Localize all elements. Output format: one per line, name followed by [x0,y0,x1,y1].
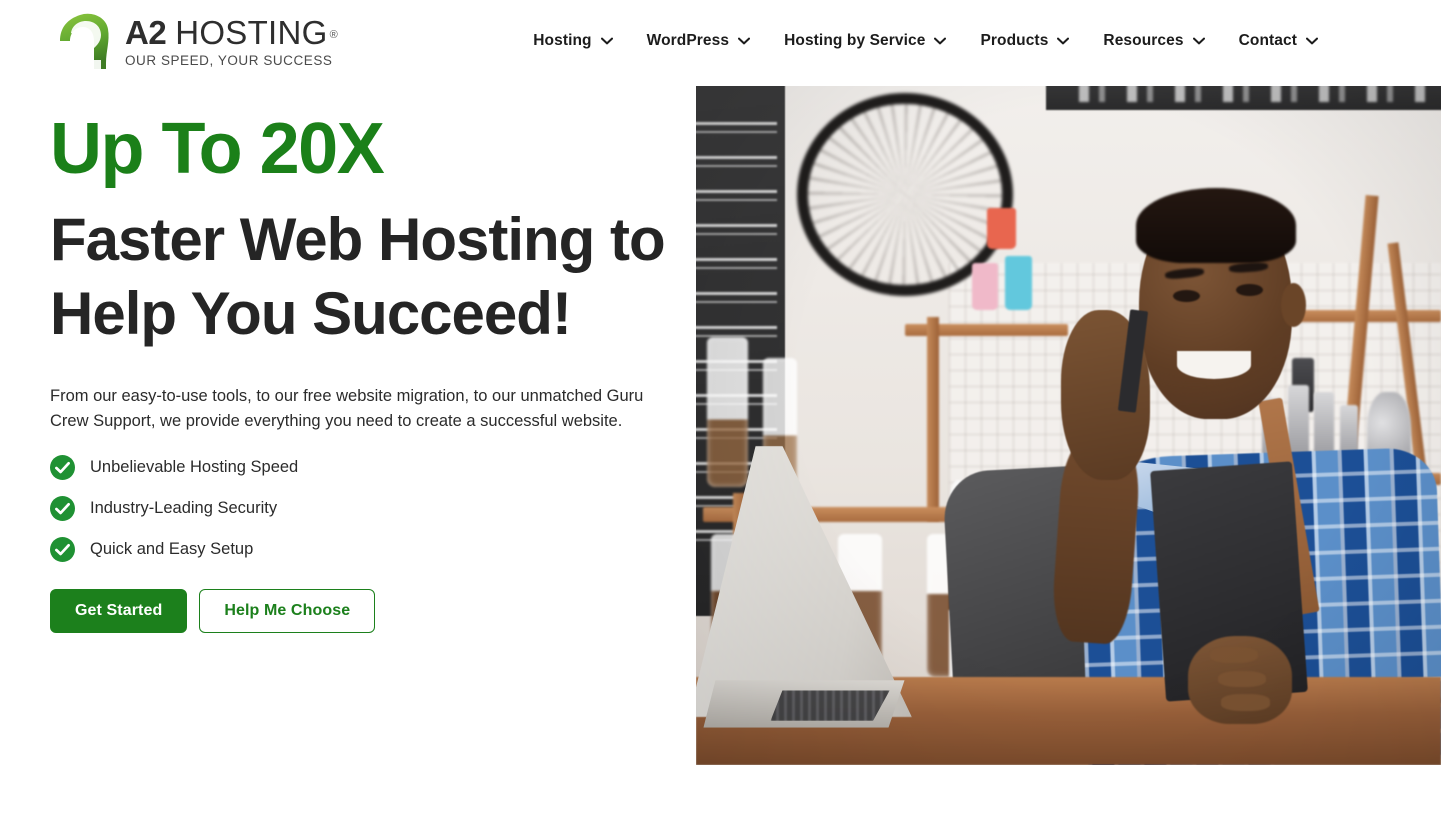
feature-label: Unbelievable Hosting Speed [90,458,299,477]
hero-headline: Faster Web Hosting to Help You Succeed! [50,206,666,348]
chevron-down-icon [1192,37,1205,45]
check-circle-icon [50,537,75,563]
hero-cta-group: Get Started Help Me Choose [50,589,690,634]
hero-image-scene [696,86,1441,765]
brand-tagline: OUR SPEED, YOUR SUCCESS [125,53,333,68]
nav-label: Hosting [533,32,592,49]
hero-lede: From our easy-to-use tools, to our free … [50,386,644,430]
check-circle-icon [50,455,75,481]
hero-copy: Up To 20X Faster Web Hosting to Help You… [50,91,690,634]
chevron-down-icon [1306,37,1318,45]
get-started-button[interactable]: Get Started [50,589,188,634]
chevron-down-icon [934,37,947,45]
brand-logo-link[interactable]: A2 HOSTING ® OUR SPEED, YOUR SUCCESS [60,11,338,73]
nav-label: Contact [1238,32,1297,49]
site-header: A2 HOSTING ® OUR SPEED, YOUR SUCCESS Hos… [0,0,1441,91]
brand-wordmark: A2 HOSTING ® OUR SPEED, YOUR SUCCESS [125,16,338,68]
feature-label: Industry-Leading Security [90,499,278,518]
help-me-choose-button[interactable]: Help Me Choose [199,589,376,634]
main-navigation: Hosting WordPress Hosting by Service Pro… [516,32,1335,50]
nav-item-hosting-by-service[interactable]: Hosting by Service [767,32,963,50]
brand-name-light: HOSTING [175,14,328,51]
nav-item-products[interactable]: Products [963,32,1086,50]
hero-image [696,86,1441,765]
list-item: Quick and Easy Setup [50,537,690,563]
photo-vignette [696,86,1441,765]
nav-item-hosting[interactable]: Hosting [516,32,629,50]
nav-item-resources[interactable]: Resources [1086,32,1221,50]
nav-item-wordpress[interactable]: WordPress [630,32,767,50]
list-item: Unbelievable Hosting Speed [50,455,690,481]
nav-label: Hosting by Service [784,32,926,49]
feature-label: Quick and Easy Setup [90,540,254,559]
list-item: Industry-Leading Security [50,496,690,522]
chevron-down-icon [738,37,751,45]
registered-mark: ® [329,29,338,41]
hero-eyebrow: Up To 20X [50,109,385,189]
check-circle-icon [50,496,75,522]
brand-name-bold: A2 [125,14,167,51]
nav-label: WordPress [646,32,730,49]
chevron-down-icon [1057,37,1070,45]
hero-section: Up To 20X Faster Web Hosting to Help You… [0,86,1441,825]
nav-label: Resources [1103,32,1184,49]
nav-item-contact[interactable]: Contact [1222,32,1335,50]
chevron-down-icon [600,37,613,45]
hero-feature-list: Unbelievable Hosting Speed Industry-Lead… [50,455,690,563]
a2-logo-mark-icon [60,11,112,73]
nav-label: Products [980,32,1049,49]
